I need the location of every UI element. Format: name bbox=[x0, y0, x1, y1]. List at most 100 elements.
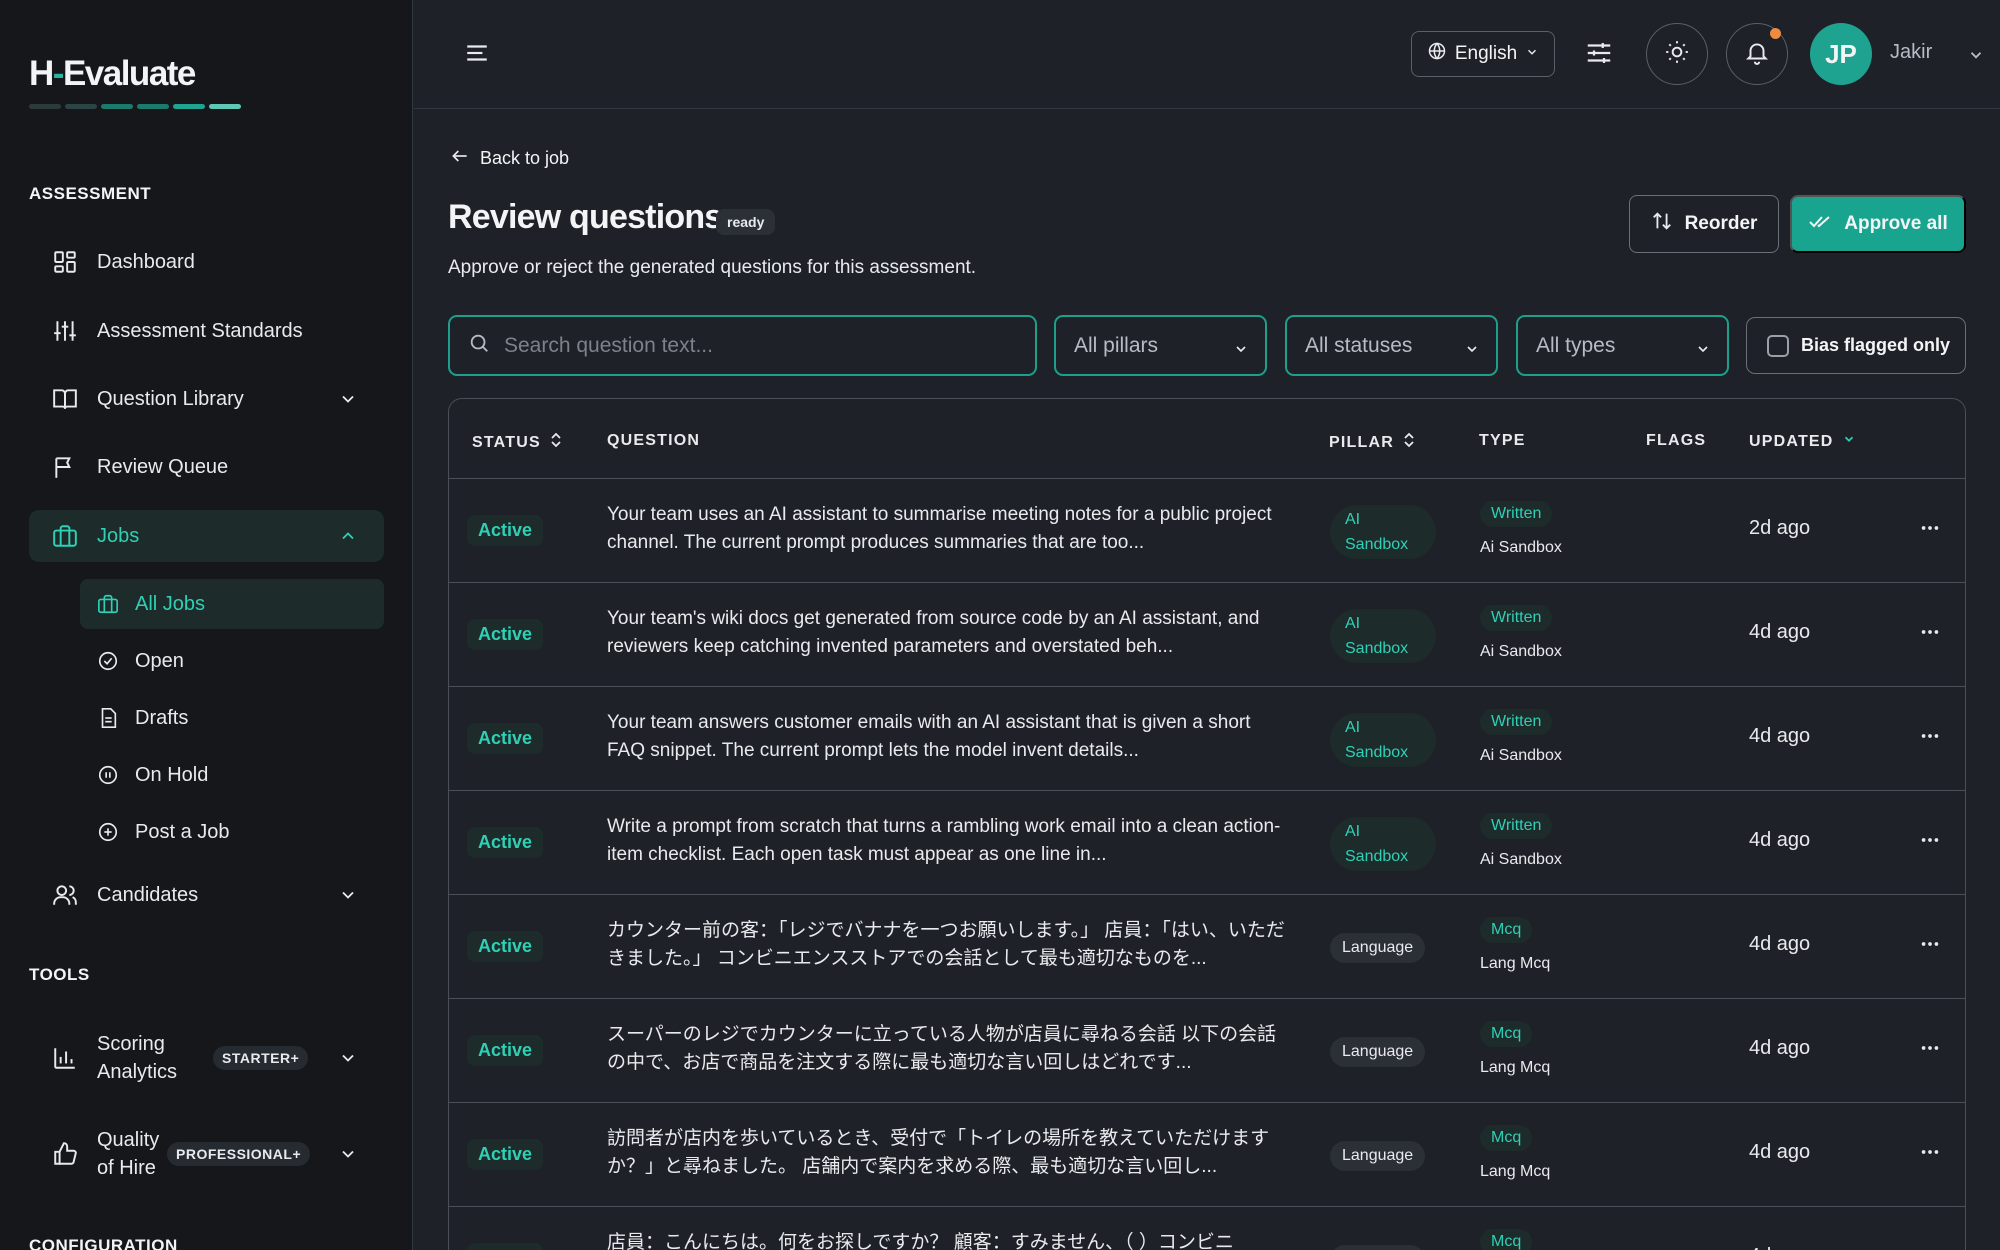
sidebar-item-review-queue[interactable]: Review Queue bbox=[29, 441, 384, 493]
settings-sliders-icon[interactable] bbox=[1584, 38, 1614, 73]
table-row[interactable]: Active 訪問者が店内を歩いているとき、受付で「トイレの場所を教えていただけ… bbox=[449, 1103, 1965, 1207]
more-options-icon[interactable] bbox=[1919, 1141, 1941, 1168]
more-options-icon[interactable] bbox=[1919, 1037, 1941, 1064]
pillar-badge: Language bbox=[1330, 1245, 1426, 1250]
sidebar-item-question-library[interactable]: Question Library bbox=[29, 373, 384, 425]
thumbs-up-icon bbox=[51, 1140, 79, 1168]
updated-time: 4d ago bbox=[1749, 1141, 1811, 1163]
more-options-icon[interactable] bbox=[1919, 621, 1941, 648]
sidebar-item-dashboard[interactable]: Dashboard bbox=[29, 236, 384, 288]
avatar[interactable]: JP bbox=[1810, 23, 1872, 85]
more-options-icon[interactable] bbox=[1919, 725, 1941, 752]
pillar-badge: AI Sandbox bbox=[1330, 713, 1436, 767]
chevron-down-icon[interactable] bbox=[338, 1048, 358, 1073]
sidebar-item-candidates[interactable]: Candidates bbox=[29, 869, 384, 921]
globe-icon bbox=[1427, 41, 1447, 67]
question-text[interactable]: Your team uses an AI assistant to summar… bbox=[607, 501, 1287, 557]
updated-time: 4d ago bbox=[1749, 933, 1811, 955]
statuses-select[interactable]: All statuses bbox=[1285, 315, 1498, 376]
table-row[interactable]: Active カウンター前の客：「レジでバナナを一つお願いします。」 店員：「は… bbox=[449, 895, 1965, 999]
type-subtype: Lang Mcq bbox=[1480, 1163, 1551, 1180]
type-badge: Mcq bbox=[1480, 917, 1533, 943]
table-row[interactable]: Active Your team's wiki docs get generat… bbox=[449, 583, 1965, 687]
type-subtype: Ai Sandbox bbox=[1480, 643, 1562, 660]
section-configuration: CONFIGURATION bbox=[29, 1236, 178, 1250]
more-options-icon[interactable] bbox=[1919, 1245, 1941, 1250]
column-header-type: TYPE bbox=[1479, 432, 1526, 450]
question-text[interactable]: スーパーのレジでカウンターに立っている人物が店員に尋ねる会話 以下の会話の中で、… bbox=[607, 1021, 1287, 1077]
chevron-down-icon[interactable] bbox=[1967, 46, 1985, 69]
updated-time: 4d ago bbox=[1749, 1037, 1811, 1059]
reorder-label: Reorder bbox=[1684, 213, 1758, 234]
sidebar-subitem-all-jobs[interactable]: All Jobs bbox=[80, 579, 384, 629]
book-icon bbox=[51, 385, 79, 413]
sidebar-subitem-drafts[interactable]: Drafts bbox=[80, 693, 384, 743]
sidebar-subitem-on-hold[interactable]: On Hold bbox=[80, 750, 384, 800]
back-to-job-link[interactable]: Back to job bbox=[450, 146, 569, 171]
more-options-icon[interactable] bbox=[1919, 933, 1941, 960]
question-text[interactable]: Your team's wiki docs get generated from… bbox=[607, 605, 1287, 661]
sidebar-subitem-label: Post a Job bbox=[135, 820, 230, 843]
notifications-button[interactable] bbox=[1726, 23, 1788, 85]
tier-badge: STARTER+ bbox=[213, 1046, 309, 1070]
type-subtype: Ai Sandbox bbox=[1480, 851, 1562, 868]
type-badge: Written bbox=[1480, 709, 1553, 735]
question-text[interactable]: Your team answers customer emails with a… bbox=[607, 709, 1287, 765]
pause-circle-icon bbox=[97, 764, 119, 786]
table-row[interactable]: Active Write a prompt from scratch that … bbox=[449, 791, 1965, 895]
brand-logo[interactable]: H-Evaluate bbox=[29, 54, 241, 109]
question-text[interactable]: Write a prompt from scratch that turns a… bbox=[607, 813, 1287, 869]
sidebar-item-jobs[interactable]: Jobs bbox=[29, 510, 384, 562]
bias-flagged-filter[interactable]: Bias flagged only bbox=[1746, 317, 1966, 374]
brand-bars bbox=[29, 104, 241, 109]
type-badge: Mcq bbox=[1480, 1125, 1533, 1151]
column-header-status[interactable]: STATUS bbox=[472, 432, 563, 453]
sidebar-item-quality-of-hire[interactable]: Quality of Hire PROFESSIONAL+ bbox=[29, 1114, 384, 1194]
search-input[interactable] bbox=[504, 333, 1024, 358]
more-options-icon[interactable] bbox=[1919, 829, 1941, 856]
sidebar-item-assessment-standards[interactable]: Assessment Standards bbox=[29, 305, 384, 357]
type-badge: Mcq bbox=[1480, 1021, 1533, 1047]
theme-toggle-button[interactable] bbox=[1646, 23, 1708, 85]
user-name[interactable]: Jakir bbox=[1890, 41, 1932, 64]
column-header-updated[interactable]: UPDATED bbox=[1749, 432, 1856, 451]
column-header-label: TYPE bbox=[1479, 432, 1526, 449]
sidebar-item-label: Assessment Standards bbox=[97, 319, 303, 342]
approve-all-button[interactable]: Approve all bbox=[1790, 195, 1966, 253]
table-row[interactable]: Active 店員：こんにちは。何をお探しですか？ 顧客：すみません、（ ）コン… bbox=[449, 1207, 1965, 1250]
reorder-button[interactable]: Reorder bbox=[1629, 195, 1779, 253]
pillar-badge: AI Sandbox bbox=[1330, 505, 1436, 559]
chevron-up-icon[interactable] bbox=[338, 526, 358, 551]
plus-circle-icon bbox=[97, 821, 119, 843]
menu-icon[interactable] bbox=[464, 40, 490, 71]
sidebar-subitem-open[interactable]: Open bbox=[80, 636, 384, 686]
chevron-down-icon[interactable] bbox=[338, 885, 358, 910]
chevron-down-icon bbox=[1695, 339, 1711, 363]
status-badge: ready bbox=[716, 209, 776, 235]
table-row[interactable]: Active Your team answers customer emails… bbox=[449, 687, 1965, 791]
search-field[interactable] bbox=[448, 315, 1037, 376]
column-header-pillar[interactable]: PILLAR bbox=[1329, 432, 1416, 453]
sidebar-item-scoring-analytics[interactable]: Scoring Analytics STARTER+ bbox=[29, 1018, 384, 1098]
question-text[interactable]: カウンター前の客：「レジでバナナを一つお願いします。」 店員：「はい、いただきま… bbox=[607, 917, 1287, 973]
chevron-down-icon[interactable] bbox=[338, 1144, 358, 1169]
table-row[interactable]: Active Your team uses an AI assistant to… bbox=[449, 479, 1965, 583]
column-header-label: PILLAR bbox=[1329, 433, 1394, 451]
bias-flagged-checkbox[interactable] bbox=[1767, 334, 1789, 357]
more-options-icon[interactable] bbox=[1919, 517, 1941, 544]
column-header-label: FLAGS bbox=[1646, 432, 1707, 449]
status-badge: Active bbox=[467, 619, 544, 650]
question-text[interactable]: 訪問者が店内を歩いているとき、受付で「トイレの場所を教えていただけますか？」と尋… bbox=[607, 1125, 1287, 1181]
table-row[interactable]: Active スーパーのレジでカウンターに立っている人物が店員に尋ねる会話 以下… bbox=[449, 999, 1965, 1103]
sidebar-subitem-post-a-job[interactable]: Post a Job bbox=[80, 807, 384, 857]
chevron-down-icon[interactable] bbox=[338, 389, 358, 414]
pillars-select[interactable]: All pillars bbox=[1054, 315, 1267, 376]
search-icon bbox=[468, 332, 490, 359]
approve-all-label: Approve all bbox=[1844, 213, 1948, 234]
question-text[interactable]: 店員：こんにちは。何をお探しですか？ 顧客：すみません、（ ）コンビニ bbox=[607, 1229, 1287, 1250]
types-select[interactable]: All types bbox=[1516, 315, 1729, 376]
sidebar-subitem-label: Drafts bbox=[135, 706, 189, 729]
language-selector[interactable]: English bbox=[1411, 31, 1555, 77]
column-header-label: QUESTION bbox=[607, 432, 701, 449]
sidebar-item-label: Review Queue bbox=[97, 455, 229, 478]
